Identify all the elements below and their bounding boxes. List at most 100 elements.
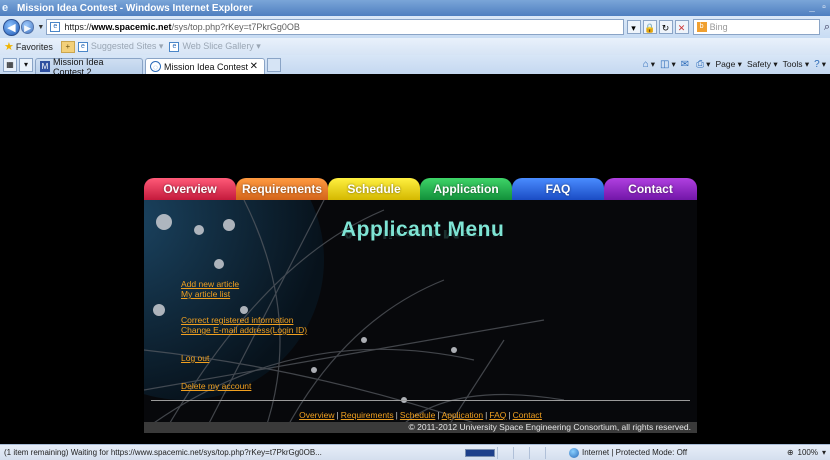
globe-icon xyxy=(569,447,579,458)
help-button[interactable]: ? ▾ xyxy=(814,59,826,70)
footer-link-contact[interactable]: Contact xyxy=(513,410,542,420)
footer-link-overview[interactable]: Overview xyxy=(299,410,334,420)
zoom-control[interactable]: ⊕ 100% ▾ xyxy=(783,448,830,457)
refresh-icon[interactable]: ↻ xyxy=(658,20,673,34)
footer-nav: Overview | Requirements | Schedule | Applicati… xyxy=(144,410,697,420)
favorites-item-label: Web Slice Gallery ▾ xyxy=(182,41,261,51)
close-tab-icon[interactable]: ✕ xyxy=(250,61,258,72)
status-bar: (1 item remaining) Waiting for https://w… xyxy=(0,444,830,460)
zoom-icon: ⊕ xyxy=(786,448,794,457)
separator: | xyxy=(395,410,398,420)
print-icon: ⎙ xyxy=(696,59,705,70)
url-path: /sys/top.php?rKey=t7PkrGg0OB xyxy=(171,22,300,32)
address-actions: ▾ 🔒 ↻ ✕ xyxy=(626,20,691,34)
address-field[interactable]: e https://www.spacemic.net/sys/top.php?r… xyxy=(46,19,624,35)
tab-bar: ▦ ▾ M Mission Idea Contest 2 ◌ Mission I… xyxy=(0,55,830,77)
mail-button[interactable]: ✉ xyxy=(681,59,691,70)
search-icon[interactable]: ⌕ xyxy=(824,21,830,34)
tab-mission-idea-contest-2[interactable]: M Mission Idea Contest 2 xyxy=(35,57,143,77)
favorites-label[interactable]: Favorites xyxy=(16,42,53,52)
footer-link-application[interactable]: Application xyxy=(442,410,484,420)
bing-icon: b xyxy=(696,22,707,32)
mail-icon: ✉ xyxy=(680,59,690,70)
search-input[interactable]: b Bing xyxy=(692,19,820,35)
address-dropdown-icon[interactable]: ▾ xyxy=(626,20,641,34)
feeds-button[interactable]: ◫ ▾ xyxy=(660,59,676,70)
favorites-bar: ★ Favorites + e Suggested Sites ▾ e Web … xyxy=(0,38,830,55)
restore-button[interactable]: ▫ xyxy=(818,1,830,14)
quick-tabs-icon[interactable]: ▦ xyxy=(3,58,17,72)
forward-button[interactable]: ▶ xyxy=(20,20,35,34)
minimize-button[interactable]: _ xyxy=(806,1,818,14)
favorites-item-suggested-sites[interactable]: e Suggested Sites ▾ xyxy=(77,41,164,52)
log-out-link[interactable]: Log out xyxy=(181,353,307,363)
stop-icon[interactable]: ✕ xyxy=(674,20,689,34)
add-favorites-icon[interactable]: + xyxy=(60,40,75,53)
nav-overview[interactable]: Overview xyxy=(144,178,236,200)
my-article-list-link[interactable]: My article list xyxy=(181,289,307,299)
home-icon: ⌂ xyxy=(642,59,649,70)
separator: | xyxy=(336,410,339,420)
applicant-menu-links: Add new article My article list Correct … xyxy=(181,279,307,391)
page-viewport: Overview Requirements Schedule Applicati… xyxy=(0,74,830,444)
nav-requirements[interactable]: Requirements xyxy=(236,178,328,200)
status-segment xyxy=(513,446,527,459)
nav-faq[interactable]: FAQ xyxy=(512,178,604,200)
address-toolbar: ◀ ▶ ▼ e https://www.spacemic.net/sys/top… xyxy=(0,16,830,38)
status-segment xyxy=(529,446,543,459)
site-nav: Overview Requirements Schedule Applicati… xyxy=(144,178,697,200)
search-placeholder: Bing xyxy=(709,22,728,32)
favorites-item-label: Suggested Sites ▾ xyxy=(90,41,164,51)
footer-link-faq[interactable]: FAQ xyxy=(489,410,506,420)
url-host: www.spacemic.net xyxy=(91,22,172,32)
favorites-star-icon[interactable]: ★ xyxy=(4,40,14,53)
tab-list-dropdown-icon[interactable]: ▾ xyxy=(19,58,33,72)
delete-my-account-link[interactable]: Delete my account xyxy=(181,381,307,391)
back-button[interactable]: ◀ xyxy=(3,18,20,36)
status-segment xyxy=(497,446,511,459)
nav-schedule[interactable]: Schedule xyxy=(328,178,420,200)
history-dropdown-icon[interactable]: ▼ xyxy=(37,24,44,31)
copyright-notice: © 2011-2012 University Space Engineering… xyxy=(144,422,697,433)
separator: | xyxy=(437,410,440,420)
favorites-item-web-slice-gallery[interactable]: e Web Slice Gallery ▾ xyxy=(169,41,261,52)
add-new-article-link[interactable]: Add new article xyxy=(181,279,307,289)
tools-menu[interactable]: Tools ▾ xyxy=(783,59,809,70)
safety-menu[interactable]: Safety ▾ xyxy=(747,59,778,70)
change-email-address-link[interactable]: Change E-mail address(Login ID) xyxy=(181,325,307,335)
site-favicon-icon: M xyxy=(40,61,50,72)
help-icon: ? xyxy=(814,59,820,70)
tab-label: Mission Idea Contest xyxy=(164,61,249,72)
security-zone-label: Internet | Protected Mode: Off xyxy=(582,448,688,457)
page-icon: e xyxy=(50,22,61,32)
footer-link-requirements[interactable]: Requirements xyxy=(341,410,394,420)
ie-page-icon: e xyxy=(169,41,180,52)
tab-mission-idea-contest[interactable]: ◌ Mission Idea Contest ✕ xyxy=(145,58,265,74)
status-message: (1 item remaining) Waiting for https://w… xyxy=(4,448,322,457)
footer-link-schedule[interactable]: Schedule xyxy=(400,410,435,420)
footer-divider xyxy=(151,400,690,401)
zoom-dropdown-icon: ▾ xyxy=(821,448,826,457)
applicant-panel: Applicant Menu Applicant Menu Add new ar… xyxy=(144,200,697,433)
panel-title-reflection: Applicant Menu xyxy=(341,227,498,240)
home-button[interactable]: ⌂ ▾ xyxy=(643,59,655,70)
print-button[interactable]: ⎙ ▾ xyxy=(696,59,710,70)
new-tab-button[interactable] xyxy=(267,58,281,72)
nav-application[interactable]: Application xyxy=(420,178,512,200)
ie-page-icon: e xyxy=(77,41,88,52)
window-controls: _ ▫ xyxy=(806,1,830,15)
window-title: Mission Idea Contest - Windows Internet … xyxy=(17,2,253,14)
loading-progress-bar xyxy=(465,448,495,457)
command-bar: ⌂ ▾ ◫ ▾ ✉ ⎙ ▾ Page ▾ Safety ▾ Tools ▾ ? ▾ xyxy=(638,55,830,74)
security-zone[interactable]: Internet | Protected Mode: Off xyxy=(569,447,688,458)
lock-icon[interactable]: 🔒 xyxy=(642,20,657,34)
correct-registered-information-link[interactable]: Correct registered information xyxy=(181,315,307,325)
page-menu[interactable]: Page ▾ xyxy=(715,59,741,70)
ie-logo-icon: e xyxy=(2,2,9,14)
nav-contact[interactable]: Contact xyxy=(604,178,697,200)
loading-icon: ◌ xyxy=(150,61,161,72)
feeds-icon: ◫ xyxy=(660,59,670,70)
